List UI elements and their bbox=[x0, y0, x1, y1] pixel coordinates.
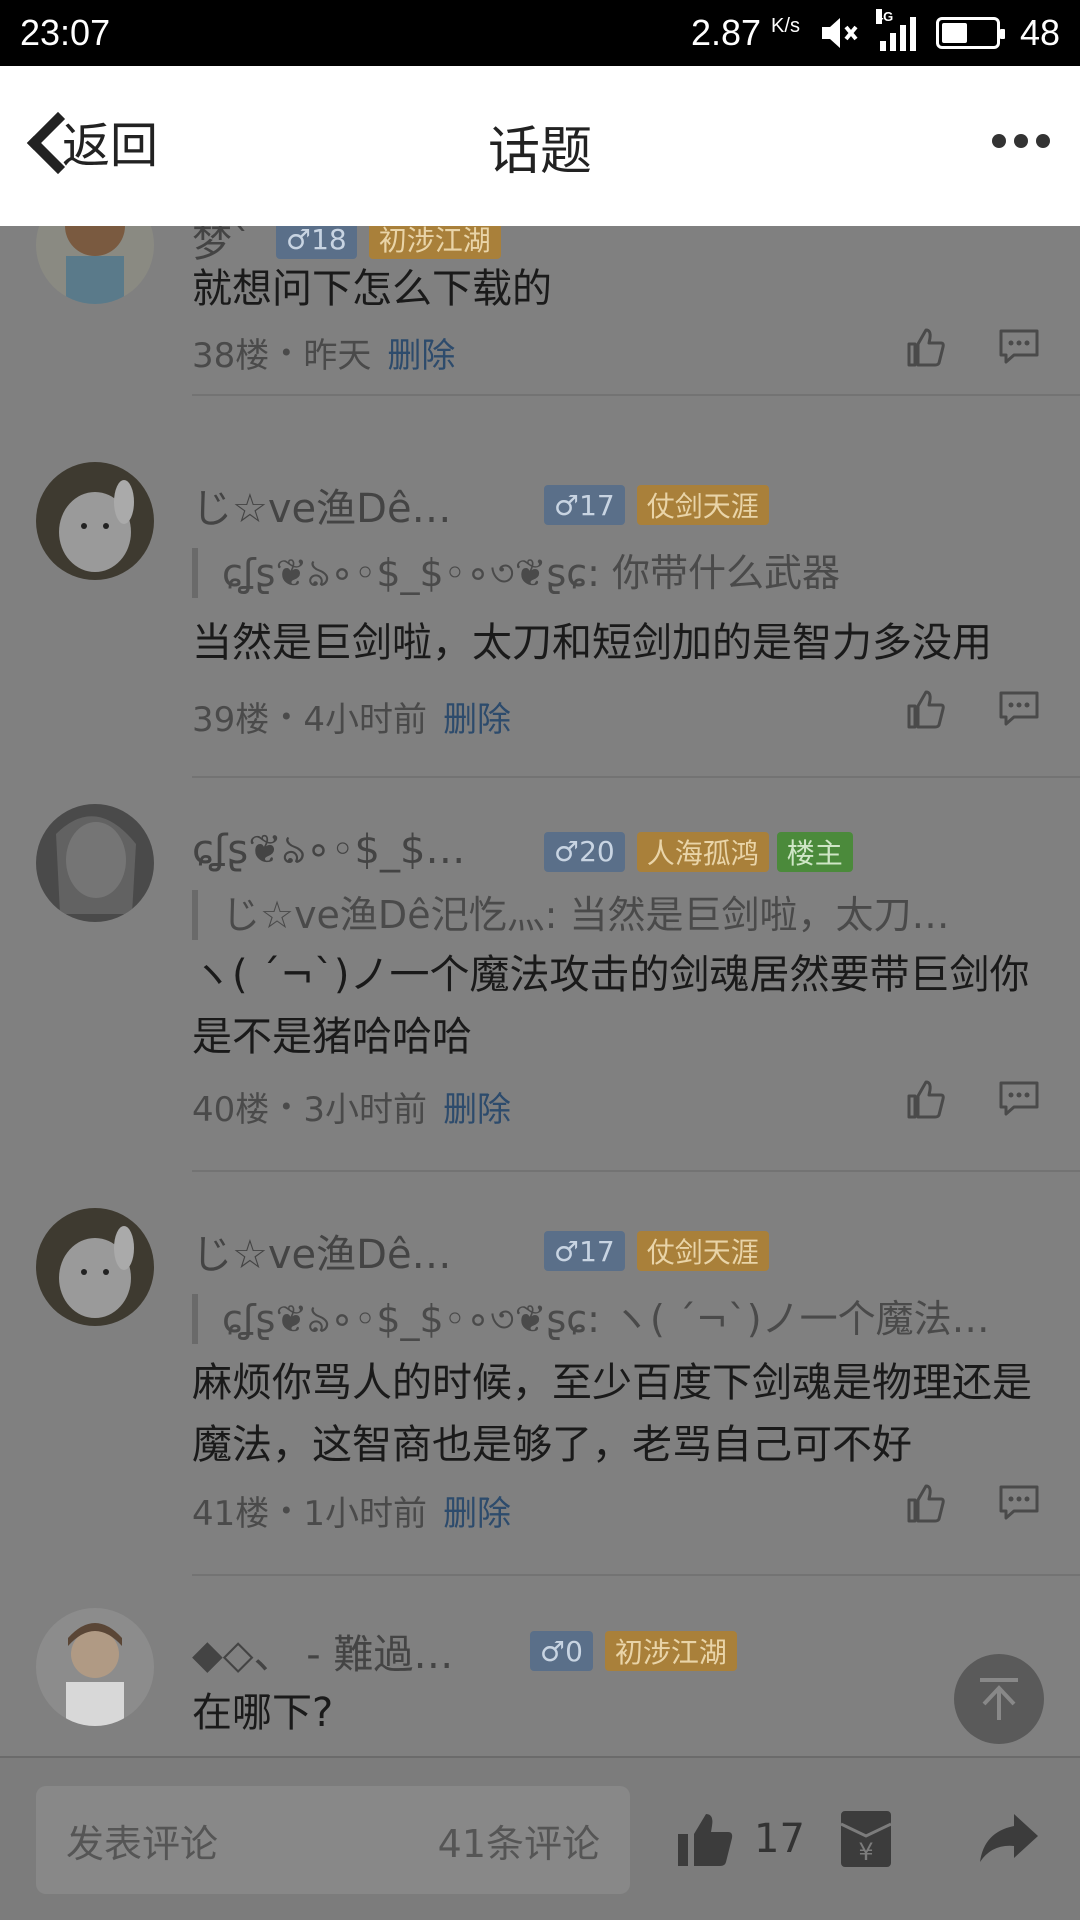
thumbs-up-icon bbox=[907, 690, 945, 729]
network-speed: 2.87 K/s bbox=[690, 12, 800, 53]
red-envelope-icon: ¥ bbox=[840, 1811, 892, 1867]
share-button[interactable] bbox=[978, 1812, 1040, 1864]
comment-time: 昨天 bbox=[303, 336, 372, 376]
comment-text: 在哪下? bbox=[192, 1690, 334, 1736]
svg-text:¥: ¥ bbox=[858, 1838, 873, 1866]
comment-list[interactable]: 梦` ♂18 初涉江湖 就想问下怎么下载的 38楼 • 昨天 删除 じ☆ve渔D… bbox=[0, 226, 1080, 1756]
comment-author-row: じ☆ve渔Dê… ♂17 仗剑天涯 bbox=[192, 1222, 769, 1280]
reply-button[interactable] bbox=[998, 1080, 1058, 1130]
delete-link[interactable]: 删除 bbox=[443, 1486, 511, 1535]
divider bbox=[192, 776, 1080, 778]
like-button[interactable] bbox=[906, 688, 966, 738]
comment-text: 就想问下怎么下载的 bbox=[192, 266, 552, 312]
bottom-action-bar: 发表评论 41条评论 17 ¥ bbox=[0, 1756, 1080, 1920]
delete-link[interactable]: 删除 bbox=[443, 692, 511, 741]
comment-input[interactable]: 发表评论 41条评论 bbox=[36, 1786, 630, 1894]
comment-bubble-icon bbox=[999, 329, 1039, 364]
rank-badge: 人海孤鸿 bbox=[636, 831, 769, 872]
delete-link[interactable]: 删除 bbox=[387, 328, 455, 377]
avatar[interactable] bbox=[36, 226, 154, 304]
avatar[interactable] bbox=[36, 1208, 154, 1326]
red-envelope-button[interactable]: ¥ bbox=[838, 1808, 894, 1870]
status-time: 23:07 bbox=[20, 12, 111, 53]
quoted-reply: じ☆ve渔Dê汜忔灬: 当然是巨剑啦，太刀… bbox=[192, 890, 1042, 940]
comment-author-row: ɕʆʂ❦ঌ∘◦$_$… ♂20 人海孤鸿 楼主 bbox=[192, 818, 853, 885]
like-button[interactable] bbox=[906, 1482, 966, 1532]
floor-number: 39楼 bbox=[192, 700, 270, 740]
comment-text: ヽ( ´¬`)ノ一个魔法攻击的剑魂居然要带巨剑你是不是猪哈哈哈 bbox=[192, 952, 1030, 1060]
floor-number: 40楼 bbox=[192, 1090, 270, 1130]
comment-author-row: じ☆ve渔Dê… ♂17 仗剑天涯 bbox=[192, 476, 769, 534]
like-button[interactable] bbox=[906, 1078, 966, 1128]
quoted-reply: ɕʆʂ❦ঌ∘◦$_$◦∘৩❦ʂɕ: ヽ( ´¬`)ノ一个魔法… bbox=[192, 1294, 1042, 1344]
battery-level: 48 bbox=[1019, 12, 1060, 53]
comment-author-row: ◆◇、 - 難過… ♂0 初涉江湖 bbox=[192, 1622, 737, 1680]
comment-meta: 39楼 • 4小时前 删除 bbox=[192, 692, 511, 741]
thumbs-up-icon bbox=[907, 1080, 945, 1119]
avatar[interactable] bbox=[36, 462, 154, 580]
gender-level-badge: ♂20 bbox=[544, 831, 625, 872]
comment-author-name[interactable]: ◆◇、 - 難過… bbox=[192, 1622, 518, 1680]
rank-badge: 仗剑天涯 bbox=[636, 1231, 769, 1271]
comment-author-name[interactable]: じ☆ve渔Dê… bbox=[192, 1222, 532, 1280]
status-indicators: 2.87 K/s 4G 48 bbox=[690, 9, 1060, 54]
rank-badge: 仗剑天涯 bbox=[636, 485, 769, 525]
like-count: 17 bbox=[754, 1816, 805, 1862]
mute-icon bbox=[820, 15, 860, 51]
comment-time: 1小时前 bbox=[303, 1494, 428, 1534]
like-post-button[interactable]: 17 bbox=[676, 1810, 805, 1868]
rank-badge: 初涉江湖 bbox=[604, 1631, 737, 1671]
divider bbox=[192, 394, 1080, 396]
comment-meta: 40楼 • 3小时前 删除 bbox=[192, 1082, 511, 1131]
floor-number: 41楼 bbox=[192, 1494, 270, 1534]
reply-button[interactable] bbox=[998, 1484, 1058, 1534]
gender-level-badge: ♂0 bbox=[530, 1631, 593, 1671]
comment-author-name[interactable]: じ☆ve渔Dê… bbox=[192, 476, 532, 534]
comment-text: 麻烦你骂人的时候，至少百度下剑魂是物理还是魔法，这智商也是够了，老骂自己可不好 bbox=[192, 1360, 1032, 1468]
scroll-to-top-button[interactable] bbox=[954, 1654, 1044, 1744]
signal-icon: 4G bbox=[875, 9, 916, 51]
share-arrow-icon bbox=[980, 1814, 1038, 1862]
comment-meta: 38楼 • 昨天 删除 bbox=[192, 328, 455, 377]
quoted-reply: ɕʆʂ❦ঌ∘◦$_$◦∘৩❦ʂɕ: 你带什么武器 bbox=[192, 548, 1042, 598]
top-nav-bar: 返回 话题 bbox=[0, 66, 1080, 226]
thumbs-up-icon bbox=[678, 1814, 733, 1866]
comment-bubble-icon bbox=[999, 691, 1039, 726]
avatar[interactable] bbox=[36, 804, 154, 922]
reply-button[interactable] bbox=[998, 328, 1058, 378]
comment-time: 4小时前 bbox=[303, 700, 428, 740]
divider bbox=[192, 1574, 1080, 1576]
comment-text: 当然是巨剑啦，太刀和短剑加的是智力多没用 bbox=[192, 620, 992, 666]
like-button[interactable] bbox=[906, 326, 966, 376]
battery-icon bbox=[935, 17, 1005, 49]
comment-bubble-icon bbox=[999, 1081, 1039, 1116]
rank-badge: 初涉江湖 bbox=[368, 226, 501, 259]
page-title: 话题 bbox=[487, 121, 592, 182]
chevron-left-icon bbox=[22, 111, 58, 171]
gender-level-badge: ♂17 bbox=[544, 1231, 625, 1271]
thread-owner-badge: 楼主 bbox=[776, 831, 853, 872]
comment-meta: 41楼 • 1小时前 删除 bbox=[192, 1486, 511, 1535]
comment-time: 3小时前 bbox=[303, 1090, 428, 1130]
back-button[interactable]: 返回 bbox=[22, 106, 158, 176]
divider bbox=[192, 1170, 1080, 1172]
reply-button[interactable] bbox=[998, 690, 1058, 740]
comment-input-placeholder: 发表评论 bbox=[66, 1821, 219, 1866]
comment-bubble-icon bbox=[999, 1485, 1039, 1520]
thumbs-up-icon bbox=[907, 328, 945, 367]
comment-author-name[interactable]: ɕʆʂ❦ঌ∘◦$_$… bbox=[192, 818, 532, 885]
arrow-up-icon bbox=[980, 1678, 1018, 1720]
more-options-button[interactable] bbox=[992, 134, 1050, 148]
gender-level-badge: ♂17 bbox=[544, 485, 625, 525]
comment-count: 41条评论 bbox=[437, 1821, 600, 1866]
gender-level-badge: ♂18 bbox=[276, 226, 357, 259]
avatar[interactable] bbox=[36, 1608, 154, 1726]
more-dots-icon bbox=[992, 134, 1006, 148]
thumbs-up-icon bbox=[907, 1484, 945, 1523]
status-bar: 23:07 2.87 K/s 4G 48 bbox=[0, 0, 1080, 66]
delete-link[interactable]: 删除 bbox=[443, 1082, 511, 1131]
floor-number: 38楼 bbox=[192, 336, 270, 376]
